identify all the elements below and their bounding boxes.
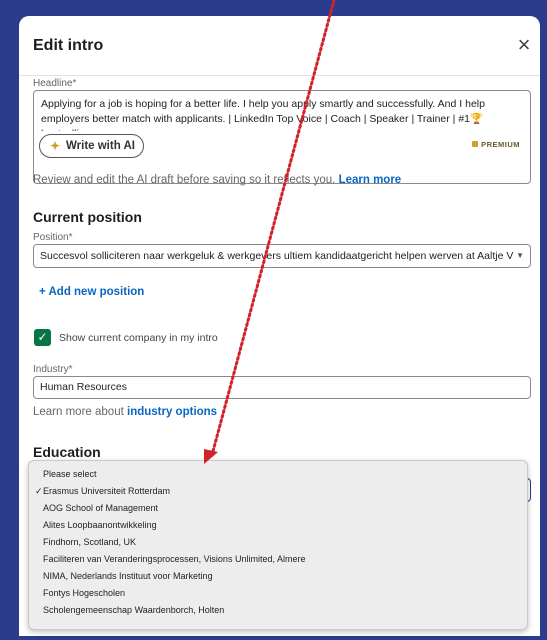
annotation-arrow <box>204 0 336 464</box>
arrow-head-icon <box>204 449 218 464</box>
arrow-line <box>210 0 336 457</box>
